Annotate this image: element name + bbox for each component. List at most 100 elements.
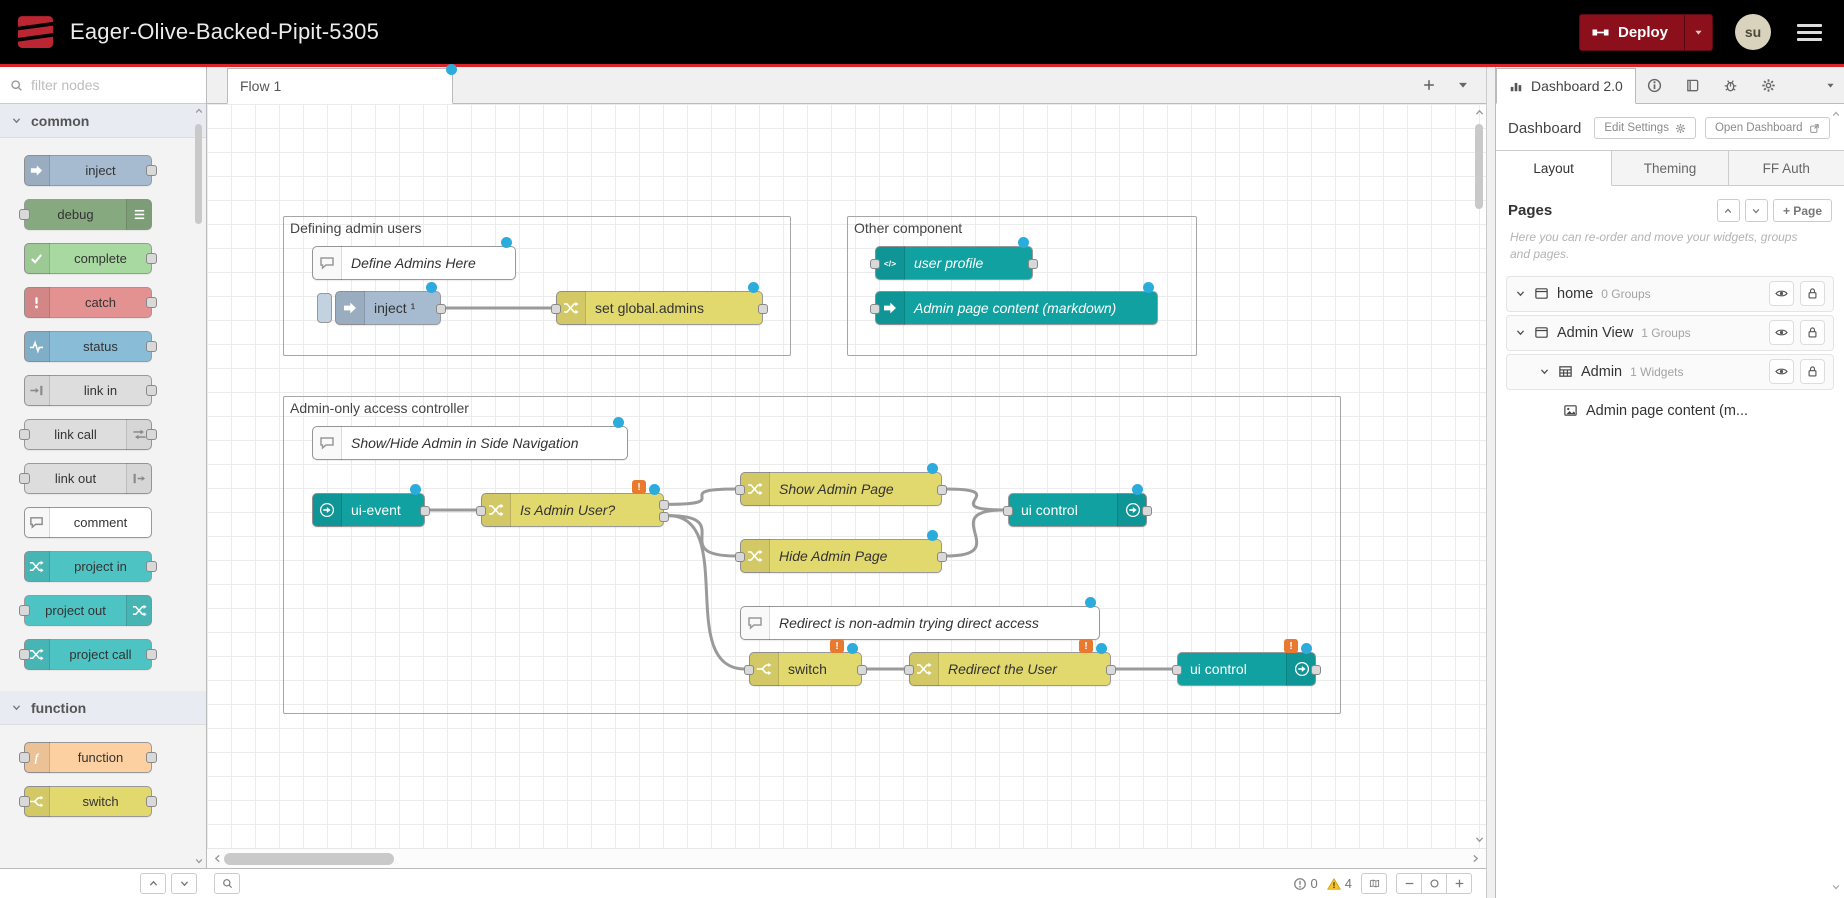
add-flow-button[interactable] (1414, 71, 1444, 99)
palette-collapse-categories-button[interactable] (140, 873, 166, 894)
input-port[interactable] (476, 506, 486, 516)
output-port[interactable] (146, 649, 157, 660)
open-dashboard-button[interactable]: Open Dashboard (1705, 117, 1830, 139)
navigator-toggle-button[interactable] (1361, 873, 1387, 894)
tab-info[interactable] (1636, 67, 1674, 103)
flow-list-button[interactable] (1448, 71, 1478, 99)
output-port[interactable] (146, 165, 157, 176)
tab-debug[interactable] (1712, 67, 1750, 103)
palette-node-link-call[interactable]: link call (24, 419, 152, 450)
input-port[interactable] (19, 473, 30, 484)
input-port[interactable] (19, 209, 30, 220)
canvas-vertical-scrollbar-thumb[interactable] (1475, 124, 1483, 209)
output-port[interactable] (1106, 665, 1116, 675)
palette-node-project-out[interactable]: project out (24, 595, 152, 626)
sidebar-splitter[interactable] (1486, 67, 1496, 898)
warning-count[interactable]: 4 (1327, 876, 1352, 891)
visibility-toggle-button[interactable] (1769, 359, 1794, 384)
pages-tree-row-admin-page-content-m-[interactable]: Admin page content (m... (1506, 393, 1834, 429)
edit-settings-button[interactable]: Edit Settings (1594, 117, 1696, 139)
input-port[interactable] (1172, 665, 1182, 675)
output-port[interactable] (1028, 259, 1038, 269)
palette-node-function[interactable]: ffunction (24, 742, 152, 773)
output-port[interactable] (937, 485, 947, 495)
output-port[interactable] (937, 552, 947, 562)
palette-node-catch[interactable]: catch (24, 287, 152, 318)
pages-tree-row-admin[interactable]: Admin1 Widgets (1506, 354, 1834, 390)
tab-theming[interactable]: Theming (1612, 151, 1728, 186)
wire-isadmin-to-switch1[interactable] (668, 516, 745, 669)
flow-node-comment3[interactable]: Redirect is non-admin trying direct acce… (740, 606, 1100, 640)
scroll-right-icon[interactable] (1470, 853, 1481, 864)
flow-node-uictl1[interactable]: ui control (1008, 493, 1147, 527)
output-port[interactable] (146, 385, 157, 396)
deploy-button[interactable]: Deploy (1579, 14, 1713, 51)
palette-node-project-in[interactable]: project in (24, 551, 152, 582)
input-port[interactable] (19, 429, 30, 440)
output-port[interactable] (436, 304, 446, 314)
flow-node-set1[interactable]: set global.admins (556, 291, 763, 325)
deploy-options-button[interactable] (1684, 15, 1712, 50)
main-menu-button[interactable] (1797, 24, 1822, 41)
output-port[interactable] (420, 506, 430, 516)
scroll-up-icon[interactable] (194, 106, 204, 116)
input-port[interactable] (744, 665, 754, 675)
palette-scrollbar-thumb[interactable] (195, 124, 202, 224)
user-avatar[interactable]: su (1735, 14, 1771, 50)
collapse-all-button[interactable] (1717, 199, 1740, 222)
pages-tree-row-home[interactable]: home0 Groups (1506, 276, 1834, 312)
tab-config[interactable] (1750, 67, 1788, 103)
error-count[interactable]: 0 (1293, 876, 1318, 891)
wire-hide1-to-uictl1[interactable] (946, 510, 1004, 556)
tab-ff-auth[interactable]: FF Auth (1729, 151, 1844, 186)
input-port[interactable] (19, 796, 30, 807)
palette-node-comment[interactable]: comment (24, 507, 152, 538)
tab-dashboard-2[interactable]: Dashboard 2.0 (1496, 68, 1636, 104)
expand-all-button[interactable] (1745, 199, 1768, 222)
input-port[interactable] (870, 259, 880, 269)
palette-scrollbar[interactable] (192, 106, 205, 866)
input-port[interactable] (904, 665, 914, 675)
output-port[interactable] (857, 665, 867, 675)
input-port[interactable] (735, 552, 745, 562)
flow-canvas[interactable]: Defining admin usersOther componentAdmin… (207, 104, 1486, 848)
flow-node-admin1[interactable]: Admin page content (markdown) (875, 291, 1158, 325)
output-port[interactable] (146, 297, 157, 308)
lock-toggle-button[interactable] (1800, 320, 1825, 345)
flow-node-isadmin[interactable]: Is Admin User?! (481, 493, 664, 527)
palette-node-project-call[interactable]: project call (24, 639, 152, 670)
input-port[interactable] (19, 605, 30, 616)
scroll-left-icon[interactable] (212, 853, 223, 864)
scroll-down-icon[interactable] (1474, 834, 1485, 845)
tab-layout[interactable]: Layout (1496, 151, 1612, 186)
input-port[interactable] (19, 649, 30, 660)
output-port[interactable] (146, 752, 157, 763)
output-port[interactable] (146, 561, 157, 572)
search-flows-button[interactable] (214, 873, 240, 894)
input-port[interactable] (735, 485, 745, 495)
tab-help[interactable] (1674, 67, 1712, 103)
lock-toggle-button[interactable] (1800, 281, 1825, 306)
visibility-toggle-button[interactable] (1769, 281, 1794, 306)
flow-node-user1[interactable]: </>user profile (875, 246, 1033, 280)
flow-node-uievent[interactable]: ui-event (312, 493, 425, 527)
palette-node-link-in[interactable]: link in (24, 375, 152, 406)
palette-expand-categories-button[interactable] (171, 873, 197, 894)
input-port[interactable] (19, 752, 30, 763)
palette-node-link-out[interactable]: link out (24, 463, 152, 494)
flow-node-comment2[interactable]: Show/Hide Admin in Side Navigation (312, 426, 628, 460)
palette-node-status[interactable]: status (24, 331, 152, 362)
wire-isadmin-to-show1[interactable] (668, 489, 736, 504)
output-port[interactable] (146, 429, 157, 440)
output-port[interactable] (146, 796, 157, 807)
canvas-horizontal-scrollbar-thumb[interactable] (224, 853, 394, 865)
lock-toggle-button[interactable] (1800, 359, 1825, 384)
flow-node-comment1[interactable]: Define Admins Here (312, 246, 516, 280)
wire-show1-to-uictl1[interactable] (946, 489, 1004, 510)
flow-node-redir1[interactable]: Redirect the User! (909, 652, 1111, 686)
output-port[interactable] (1311, 665, 1321, 675)
output-port[interactable] (758, 304, 768, 314)
visibility-toggle-button[interactable] (1769, 320, 1794, 345)
output-port[interactable] (146, 341, 157, 352)
inject-trigger-button[interactable] (317, 293, 332, 323)
